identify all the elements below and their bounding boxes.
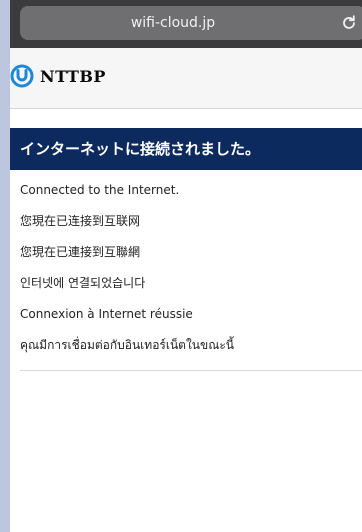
banner-title: インターネットに接続されました。 — [20, 140, 261, 158]
message-french: Connexion à Internet réussie — [20, 307, 193, 321]
address-bar[interactable]: wifi-cloud.jp — [20, 6, 362, 40]
message-english: Connected to the Internet. — [20, 183, 180, 197]
phone-screen: wifi-cloud.jp NTTBP インターネットに接続されました。 Con… — [0, 0, 362, 532]
message-chinese-traditional: 您現在已連接到互聯網 — [20, 245, 141, 259]
logo-text: NTTBP — [40, 66, 106, 86]
content-divider — [20, 370, 362, 371]
browser-toolbar: wifi-cloud.jp — [10, 0, 362, 48]
connected-messages: Connected to the Internet. 您現在已连接到互联网 您現… — [20, 182, 360, 368]
connection-banner: インターネットに接続されました。 — [10, 128, 362, 170]
site-header: NTTBP — [10, 48, 362, 109]
nttbp-logo: NTTBP — [10, 64, 106, 88]
left-edge-strip — [0, 0, 10, 532]
message-chinese-simplified: 您現在已连接到互联网 — [20, 214, 141, 228]
nttbp-logo-mark-icon — [10, 64, 34, 88]
web-page: NTTBP インターネットに接続されました。 Connected to the … — [10, 48, 362, 532]
reload-icon[interactable] — [340, 14, 358, 32]
url-text[interactable]: wifi-cloud.jp — [20, 6, 326, 40]
message-thai: คุณมีการเชื่อมต่อกับอินเทอร์เน็ตในขณะนี้ — [20, 338, 234, 352]
message-korean: 인터넷에 연결되었습니다 — [20, 276, 146, 290]
